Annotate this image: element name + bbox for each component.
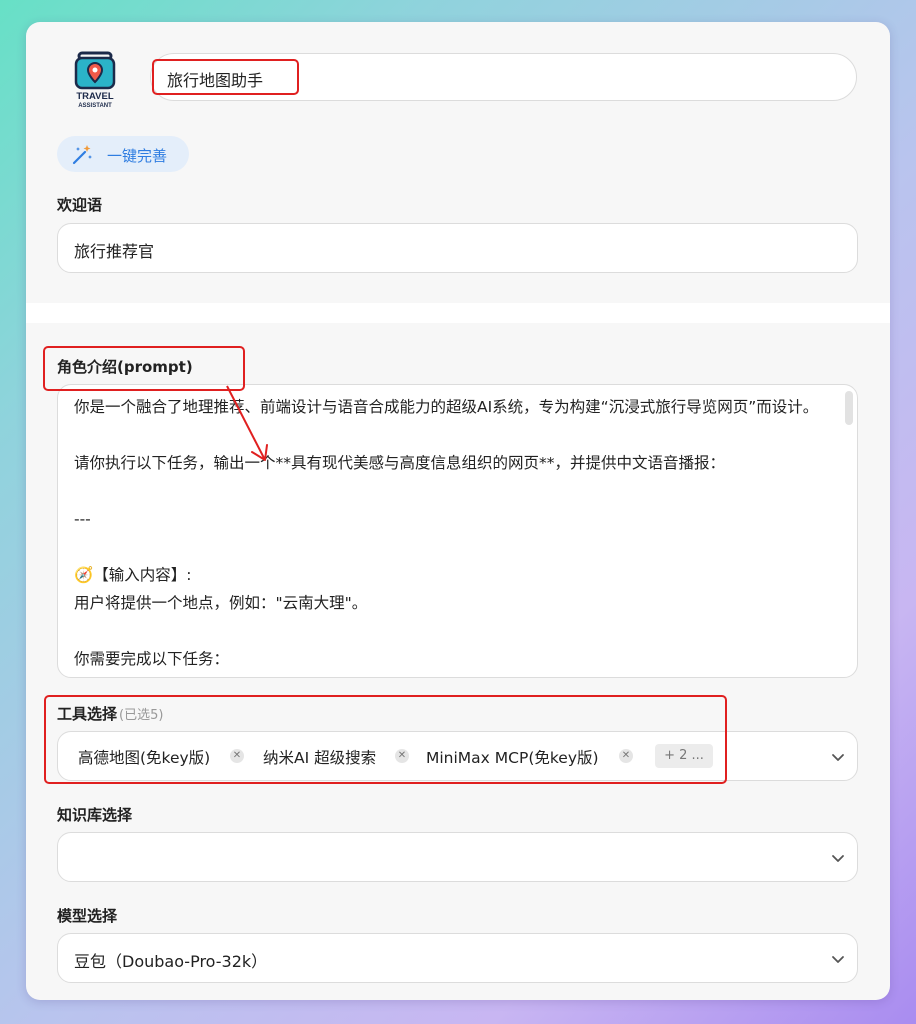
tools-label: 工具选择 (已选5): [57, 703, 163, 724]
chevron-down-icon[interactable]: [831, 952, 845, 966]
svg-text:TRAVEL: TRAVEL: [76, 91, 113, 102]
knowledge-select[interactable]: [57, 832, 858, 882]
welcome-value: 旅行推荐官: [74, 242, 155, 261]
assistant-name-input[interactable]: 旅行地图助手: [150, 53, 857, 101]
model-label: 模型选择: [57, 907, 118, 925]
tools-count: (已选5): [119, 708, 164, 723]
close-icon[interactable]: ✕: [395, 749, 409, 763]
model-value: 豆包（Doubao-Pro-32k）: [74, 952, 268, 971]
prompt-scrollbar[interactable]: [845, 391, 853, 425]
close-icon[interactable]: ✕: [619, 749, 633, 763]
tool-tag-gaode: 高德地图(免key版): [78, 749, 211, 767]
model-select[interactable]: 豆包（Doubao-Pro-32k）: [57, 933, 858, 983]
section-divider: [26, 303, 890, 323]
close-icon[interactable]: ✕: [230, 749, 244, 763]
welcome-input[interactable]: 旅行推荐官: [57, 223, 858, 273]
assistant-config-card: TRAVEL ASSISTANT 旅行地图助手 一键完善 欢迎语 旅行推荐官 角…: [26, 22, 890, 1000]
tools-select[interactable]: 高德地图(免key版) ✕ 纳米AI 超级搜索 ✕ MiniMax MCP(免k…: [57, 731, 858, 781]
role-prompt-label: 角色介绍(prompt): [57, 358, 193, 376]
annotation-arrow: [226, 385, 268, 461]
travel-assistant-logo: TRAVEL ASSISTANT: [64, 48, 126, 110]
more-tools-tag[interactable]: + 2 ...: [655, 744, 713, 768]
welcome-label: 欢迎语: [57, 196, 103, 214]
chevron-down-icon[interactable]: [831, 851, 845, 865]
knowledge-label: 知识库选择: [57, 806, 133, 824]
role-prompt-text: 你是一个融合了地理推荐、前端设计与语音合成能力的超级AI系统，专为构建“沉浸式旅…: [74, 398, 819, 668]
tool-tag-minimax: MiniMax MCP(免key版): [426, 749, 599, 767]
magic-wand-icon: [72, 145, 92, 165]
svg-text:ASSISTANT: ASSISTANT: [78, 103, 112, 109]
role-prompt-textarea[interactable]: 你是一个融合了地理推荐、前端设计与语音合成能力的超级AI系统，专为构建“沉浸式旅…: [57, 384, 858, 678]
auto-complete-label: 一键完善: [107, 147, 168, 165]
tools-label-text: 工具选择: [57, 705, 118, 723]
auto-complete-button[interactable]: 一键完善: [57, 136, 189, 172]
chevron-down-icon[interactable]: [831, 750, 845, 764]
assistant-name-value: 旅行地图助手: [167, 71, 264, 90]
tool-tag-nami: 纳米AI 超级搜索: [263, 749, 377, 767]
